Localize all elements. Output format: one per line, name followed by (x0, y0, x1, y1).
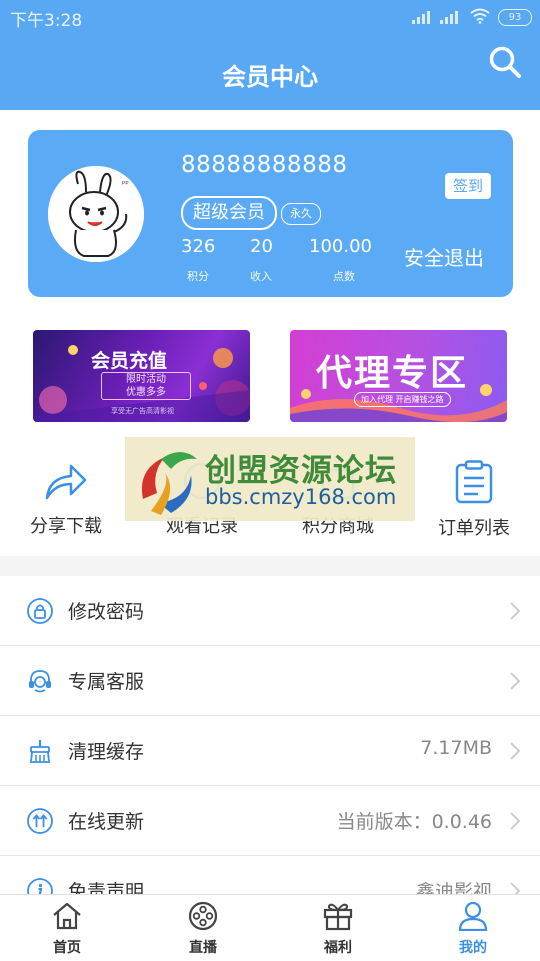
lock-icon (27, 598, 53, 624)
stat-credits-label: 点数 (333, 270, 355, 283)
battery-indicator: 93 (498, 9, 532, 26)
menu-item-value: 当前版本：0.0.46 (336, 811, 492, 833)
quick-action-orders[interactable]: 订单列表 (414, 460, 534, 540)
headset-icon (29, 670, 51, 693)
quick-action-share[interactable]: 分享下载 (6, 460, 126, 538)
recharge-promo-line2: 优惠多多 (126, 387, 166, 398)
tab-home[interactable]: 首页 (27, 901, 107, 957)
menu-item-label: 专属客服 (68, 671, 145, 693)
agent-banner-title: 代理专区 (316, 353, 469, 394)
member-card: ᵖᵖ 88888888888 超级会员 永久 326 20 100.00 积分 … (28, 130, 513, 297)
chevron-right-icon (510, 672, 520, 690)
recharge-promo-line1: 限时活动 (126, 374, 166, 385)
update-icon (27, 808, 53, 834)
share-icon (45, 464, 87, 500)
agent-banner[interactable]: 代理专区 加入代理 开启赚钱之路 (290, 330, 507, 422)
menu-item-label: 清理缓存 (68, 741, 145, 763)
tab-label: 直播 (189, 940, 217, 956)
menu-item-value: 7.17MB (420, 737, 492, 759)
stat-points-value: 326 (181, 236, 216, 257)
recharge-banner[interactable]: 会员充值 限时活动 优惠多多 享受无广告高清影视 (33, 330, 250, 422)
menu-item-label: 修改密码 (68, 601, 145, 623)
chevron-right-icon (510, 602, 520, 620)
quick-action-label: 分享下载 (30, 516, 102, 537)
broom-icon (30, 740, 50, 763)
quick-action-label: 订单列表 (438, 518, 510, 539)
gift-icon (323, 903, 353, 931)
recharge-banner-footer: 享受无广告高清影视 (111, 407, 174, 415)
settings-list: 修改密码 专属客服 清理缓存 7.17MB 在线更新 当前版本：0.0.46 免… (0, 576, 540, 926)
user-phone: 88888888888 (181, 152, 348, 178)
signin-button[interactable]: 签到 (445, 173, 491, 199)
recharge-banner-promo: 限时活动 优惠多多 (101, 372, 191, 400)
search-icon[interactable] (488, 45, 522, 79)
watermark-logo-icon (141, 452, 197, 515)
menu-item-clear-cache[interactable]: 清理缓存 7.17MB (0, 716, 540, 786)
stat-income-label: 收入 (250, 270, 272, 283)
menu-item-label: 在线更新 (68, 811, 145, 833)
avatar[interactable]: ᵖᵖ (48, 166, 144, 262)
tab-mine[interactable]: 我的 (433, 901, 513, 957)
tab-label: 首页 (53, 940, 81, 956)
watermark-overlay: 创盟资源论坛 bbs.cmzy168.com (125, 437, 415, 521)
stat-income-value: 20 (250, 236, 273, 257)
stat-points-label: 积分 (187, 270, 209, 283)
tab-live[interactable]: 直播 (163, 901, 243, 957)
rabbit-avatar-icon: ᵖᵖ (48, 166, 144, 262)
signal-icon (440, 10, 460, 24)
chevron-right-icon (510, 812, 520, 830)
recharge-banner-title: 会员充值 (91, 350, 168, 372)
member-level-badge: 超级会员 (181, 196, 277, 230)
stat-credits-value: 100.00 (309, 236, 372, 257)
tab-label: 我的 (459, 940, 487, 956)
logout-button[interactable]: 安全退出 (404, 242, 484, 271)
menu-item-change-password[interactable]: 修改密码 (0, 576, 540, 646)
bottom-tab-bar: 首页 直播 福利 我的 (0, 894, 540, 961)
wifi-icon (470, 8, 490, 24)
agent-banner-subtitle: 加入代理 开启赚钱之路 (354, 392, 451, 407)
menu-item-online-update[interactable]: 在线更新 当前版本：0.0.46 (0, 786, 540, 856)
app-header: 会员中心 (0, 34, 540, 110)
status-bar: 下午3:28 93 (0, 0, 540, 34)
watermark-url: bbs.cmzy168.com (205, 485, 397, 509)
status-time: 下午3:28 (10, 11, 83, 31)
page-title: 会员中心 (222, 63, 318, 91)
tab-label: 福利 (324, 940, 352, 956)
user-icon (458, 901, 488, 932)
tab-benefits[interactable]: 福利 (298, 901, 378, 957)
film-reel-icon (188, 901, 218, 931)
svg-text:ᵖᵖ: ᵖᵖ (122, 179, 129, 188)
menu-item-customer-service[interactable]: 专属客服 (0, 646, 540, 716)
signal-icon (412, 10, 432, 24)
chevron-right-icon (510, 742, 520, 760)
clipboard-icon (455, 460, 493, 504)
home-icon (53, 902, 81, 930)
membership-duration-badge: 永久 (281, 203, 321, 225)
watermark-text: 创盟资源论坛 (205, 453, 397, 489)
